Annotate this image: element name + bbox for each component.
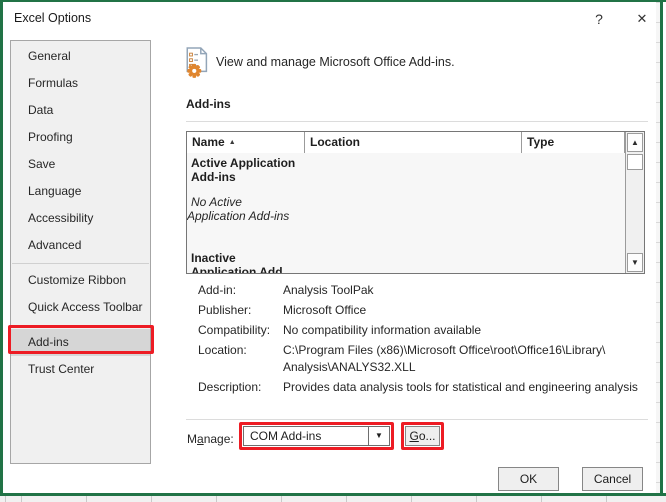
manage-label-part: nage: bbox=[204, 432, 234, 446]
detail-label: Description: bbox=[198, 379, 283, 396]
annotation-red-box-manage-dropdown: COM Add-ins ▼ bbox=[239, 422, 394, 450]
sidebar-divider bbox=[12, 325, 149, 326]
divider bbox=[186, 419, 648, 420]
sidebar-item-customize-ribbon[interactable]: Customize Ribbon bbox=[11, 267, 150, 294]
sidebar-item-advanced[interactable]: Advanced bbox=[11, 232, 150, 259]
excel-window-right-edge bbox=[660, 0, 663, 496]
detail-row-compatibility: Compatibility: No compatibility informat… bbox=[198, 322, 650, 339]
group-inactive-application-addins: Inactive Application Add bbox=[191, 251, 309, 273]
sidebar-item-accessibility[interactable]: Accessibility bbox=[11, 205, 150, 232]
note-line: No Active bbox=[187, 195, 317, 209]
group-label-line: Add-ins bbox=[191, 170, 309, 184]
sidebar-item-add-ins[interactable]: Add-ins bbox=[11, 329, 150, 356]
cancel-button[interactable]: Cancel bbox=[582, 467, 643, 491]
no-active-addins-note: No Active Application Add-ins bbox=[187, 195, 317, 223]
group-active-application-addins: Active Application Add-ins bbox=[191, 156, 309, 184]
sidebar-item-data[interactable]: Data bbox=[11, 97, 150, 124]
manage-label-accel: a bbox=[197, 432, 204, 446]
addin-details: Add-in: Analysis ToolPak Publisher: Micr… bbox=[198, 282, 650, 399]
sidebar-item-proofing[interactable]: Proofing bbox=[11, 124, 150, 151]
dialog-title: Excel Options bbox=[14, 11, 91, 25]
manage-dropdown-value: COM Add-ins bbox=[250, 427, 321, 445]
sidebar-item-general[interactable]: General bbox=[11, 43, 150, 70]
scroll-down-icon: ▼ bbox=[628, 254, 642, 271]
detail-row-location: Location: C:\Program Files (x86)\Microso… bbox=[198, 342, 650, 376]
column-header-type[interactable]: Type bbox=[522, 132, 625, 153]
detail-value: Provides data analysis tools for statist… bbox=[283, 379, 638, 396]
location-path-line: C:\Program Files (x86)\Microsoft Office\… bbox=[283, 342, 605, 359]
table-header-row: Name ▲ Location Type bbox=[187, 132, 644, 153]
location-path-line: Analysis\ANALYS32.XLL bbox=[283, 359, 605, 376]
addins-page-icon bbox=[184, 46, 212, 79]
detail-value: No compatibility information available bbox=[283, 322, 481, 339]
detail-value: C:\Program Files (x86)\Microsoft Office\… bbox=[283, 342, 605, 376]
detail-value: Microsoft Office bbox=[283, 302, 366, 319]
detail-row-description: Description: Provides data analysis tool… bbox=[198, 379, 650, 396]
chevron-down-icon: ▼ bbox=[375, 431, 383, 440]
excel-sheet-bottom-sliver bbox=[0, 496, 666, 502]
scroll-down-button[interactable]: ▼ bbox=[627, 253, 643, 272]
go-button[interactable]: Go... bbox=[405, 426, 440, 446]
scrollbar-thumb[interactable] bbox=[627, 154, 643, 170]
sidebar-item-formulas[interactable]: Formulas bbox=[11, 70, 150, 97]
sidebar-item-trust-center[interactable]: Trust Center bbox=[11, 356, 150, 383]
screenshot-root: Excel Options ? ✕ General Formulas Data … bbox=[0, 0, 666, 502]
group-label-line: Inactive bbox=[191, 251, 309, 265]
sidebar-item-language[interactable]: Language bbox=[11, 178, 150, 205]
gear-icon bbox=[187, 64, 201, 78]
manage-label-part: M bbox=[187, 432, 197, 446]
page-description: View and manage Microsoft Office Add-ins… bbox=[216, 55, 455, 69]
column-header-location[interactable]: Location bbox=[305, 132, 522, 153]
excel-options-dialog: Excel Options ? ✕ General Formulas Data … bbox=[3, 2, 656, 493]
manage-label: Manage: bbox=[187, 432, 234, 446]
column-header-name-label: Name bbox=[192, 135, 225, 149]
detail-label: Compatibility: bbox=[198, 322, 283, 339]
detail-label: Add-in: bbox=[198, 282, 283, 299]
scroll-up-button[interactable]: ▲ bbox=[627, 133, 643, 152]
ok-button[interactable]: OK bbox=[498, 467, 559, 491]
table-body: Active Application Add-ins No Active App… bbox=[187, 154, 625, 273]
detail-row-publisher: Publisher: Microsoft Office bbox=[198, 302, 650, 319]
close-icon[interactable]: ✕ bbox=[631, 8, 653, 30]
note-line: Application Add-ins bbox=[187, 209, 317, 223]
sort-ascending-icon: ▲ bbox=[229, 139, 236, 146]
detail-value: Analysis ToolPak bbox=[283, 282, 374, 299]
group-label-line: Application Add bbox=[191, 265, 309, 273]
sidebar-item-quick-access-toolbar[interactable]: Quick Access Toolbar bbox=[11, 294, 150, 321]
manage-dropdown[interactable]: COM Add-ins ▼ bbox=[243, 426, 390, 446]
addins-table: Name ▲ Location Type Active Application A… bbox=[186, 131, 645, 274]
group-label-line: Active Application bbox=[191, 156, 309, 170]
scroll-up-icon: ▲ bbox=[628, 134, 642, 151]
annotation-red-box-go: Go... bbox=[401, 422, 444, 450]
detail-label: Publisher: bbox=[198, 302, 283, 319]
go-button-accel: G bbox=[409, 429, 418, 443]
table-scrollbar[interactable]: ▲ ▼ bbox=[625, 132, 644, 273]
options-sidebar: General Formulas Data Proofing Save Lang… bbox=[10, 40, 151, 464]
addins-heading: Add-ins bbox=[186, 97, 231, 111]
dropdown-button[interactable]: ▼ bbox=[368, 427, 389, 445]
sidebar-item-save[interactable]: Save bbox=[11, 151, 150, 178]
detail-row-addin: Add-in: Analysis ToolPak bbox=[198, 282, 650, 299]
column-header-name[interactable]: Name ▲ bbox=[187, 132, 305, 153]
help-icon[interactable]: ? bbox=[588, 8, 610, 30]
sidebar-divider bbox=[12, 263, 149, 264]
detail-label: Location: bbox=[198, 342, 283, 376]
go-button-label: o... bbox=[419, 429, 436, 443]
divider bbox=[186, 121, 648, 122]
